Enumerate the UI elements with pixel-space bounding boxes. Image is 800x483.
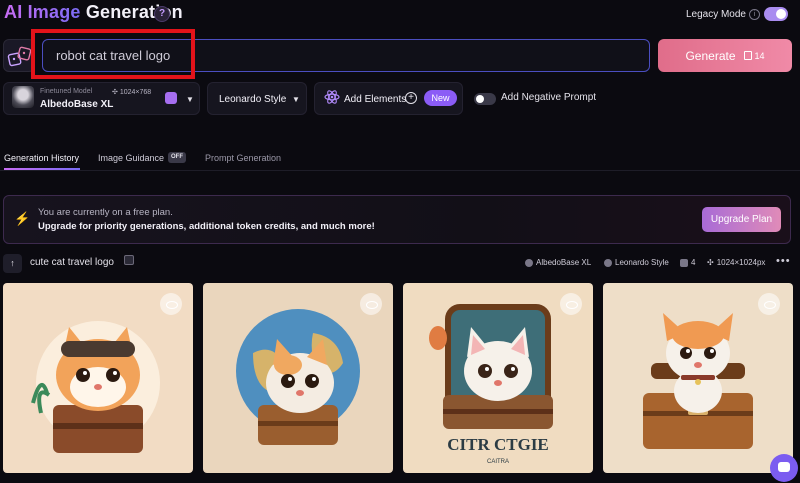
- token-cost: 14: [743, 51, 765, 61]
- generate-button[interactable]: Generate 14: [658, 39, 792, 72]
- eye-icon[interactable]: [560, 293, 582, 315]
- model-icon: [525, 258, 533, 267]
- new-badge: New: [424, 90, 457, 106]
- lightning-icon: ⚡: [14, 211, 31, 226]
- token-icon: [743, 51, 752, 60]
- banner-line-1: You are currently on a free plan.: [38, 207, 173, 218]
- model-settings-icon[interactable]: [165, 92, 177, 104]
- legacy-mode-toggle[interactable]: [764, 7, 788, 21]
- style-label: Leonardo Style: [219, 94, 287, 105]
- atom-icon: [324, 90, 340, 104]
- logo-caption-sub: CAITRA: [487, 459, 509, 465]
- generate-label: Generate: [685, 48, 736, 63]
- chevron-down-icon[interactable]: ▼: [292, 95, 300, 104]
- negative-prompt-toggle[interactable]: [474, 93, 496, 105]
- generation-size: ✣ 1024×1024px: [707, 258, 766, 267]
- eye-icon[interactable]: [160, 293, 182, 315]
- copy-icon[interactable]: [124, 255, 134, 265]
- model-name: AlbedoBase XL: [40, 99, 114, 110]
- more-options-icon[interactable]: •••: [776, 255, 791, 267]
- arrow-up-icon: ↑: [10, 258, 15, 268]
- plus-icon[interactable]: +: [405, 92, 417, 104]
- dimensions-icon: ✣: [707, 258, 714, 267]
- tab-generation-history[interactable]: Generation History: [4, 153, 79, 163]
- logo-caption: CITR CTGIE: [447, 435, 549, 454]
- tabs-divider: [0, 170, 800, 171]
- off-badge: OFF: [168, 152, 186, 163]
- eye-icon[interactable]: [360, 293, 382, 315]
- images-icon: [680, 258, 688, 267]
- upgrade-plan-button[interactable]: Upgrade Plan: [702, 207, 781, 232]
- free-plan-banner: [3, 195, 791, 244]
- chevron-down-icon[interactable]: ▼: [186, 95, 194, 104]
- generation-model: AlbedoBase XL: [525, 258, 591, 267]
- drop-icon: [604, 258, 612, 267]
- model-resolution: ✣ 1024×768: [112, 89, 152, 96]
- chat-support-button[interactable]: [770, 454, 798, 482]
- tab-prompt-generation[interactable]: Prompt Generation: [205, 153, 281, 163]
- info-icon[interactable]: i: [749, 9, 760, 20]
- banner-line-2: Upgrade for priority generations, additi…: [38, 221, 375, 232]
- dimensions-icon: ✣: [112, 89, 120, 96]
- eye-icon[interactable]: [758, 293, 780, 315]
- negative-prompt-label: Add Negative Prompt: [501, 92, 597, 103]
- tab-image-guidance[interactable]: Image Guidance: [98, 153, 164, 163]
- legacy-mode-label: Legacy Mode: [685, 9, 746, 20]
- generation-prompt: cute cat travel logo: [30, 257, 114, 268]
- generation-count: 4: [680, 258, 695, 267]
- help-icon[interactable]: ?: [154, 6, 170, 22]
- reuse-prompt-button[interactable]: ↑: [3, 254, 22, 273]
- annotation-highlight-box: [31, 29, 195, 79]
- generation-style: Leonardo Style: [604, 258, 669, 267]
- model-thumbnail: [12, 86, 34, 108]
- model-subtitle: Finetuned Model: [40, 88, 93, 95]
- add-elements-label: Add Elements: [344, 94, 407, 105]
